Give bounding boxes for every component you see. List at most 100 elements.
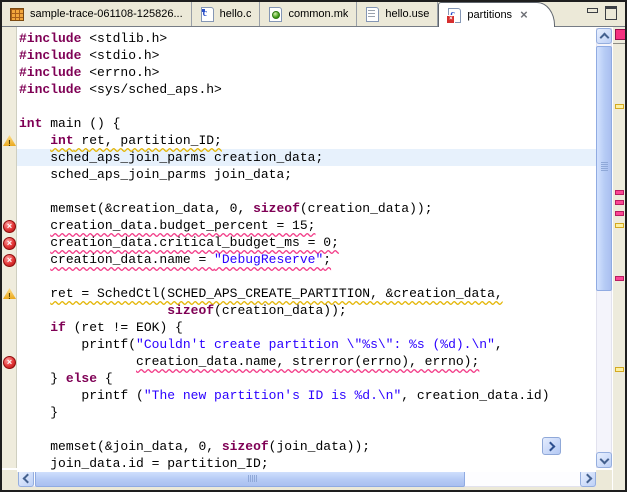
code-line[interactable]: memset(&creation_data, 0, sizeof(creatio… bbox=[17, 200, 596, 217]
code-token: sizeof bbox=[253, 201, 300, 216]
code-line[interactable]: creation_data.budget_percent = 15; bbox=[17, 217, 596, 234]
code-line[interactable]: #include <stdlib.h> bbox=[17, 30, 596, 47]
minimize-icon[interactable] bbox=[585, 5, 599, 19]
code-line[interactable]: creation_data.name = "DebugReserve"; bbox=[17, 251, 596, 268]
vertical-scrollbar-thumb[interactable] bbox=[596, 46, 612, 291]
code-token: (ret != EOK) { bbox=[66, 320, 183, 335]
scroll-left-button[interactable] bbox=[18, 470, 34, 487]
chevron-right-icon bbox=[546, 441, 556, 451]
code-line[interactable]: printf ("The new partition's ID is %d.\n… bbox=[17, 387, 596, 404]
code-line[interactable]: #include <sys/sched_aps.h> bbox=[17, 81, 596, 98]
tab-partitions[interactable]: c× partitions × bbox=[438, 2, 554, 27]
chevron-down-icon bbox=[599, 454, 609, 464]
error-marker-icon[interactable] bbox=[3, 237, 16, 250]
code-line[interactable]: } bbox=[17, 404, 596, 421]
code-token: printf ( bbox=[81, 388, 143, 403]
overview-ruler-separator bbox=[613, 43, 626, 44]
code-token: #include bbox=[19, 48, 81, 63]
error-marker-icon[interactable] bbox=[3, 356, 16, 369]
c-file-error-icon: c× bbox=[446, 7, 462, 23]
tab-common-mk[interactable]: common.mk bbox=[260, 2, 357, 26]
code-line[interactable]: printf("Couldn't create partition \"%s\"… bbox=[17, 336, 596, 353]
code-line[interactable]: join_data.id = partition_ID; bbox=[17, 455, 596, 472]
horizontal-scrollbar[interactable] bbox=[18, 470, 596, 487]
scrollbar-grip bbox=[601, 162, 608, 171]
code-token: #include bbox=[19, 82, 81, 97]
vertical-scrollbar[interactable] bbox=[596, 28, 612, 468]
overview-warning-marker[interactable] bbox=[615, 223, 624, 228]
code-line[interactable] bbox=[17, 421, 596, 438]
code-token: ret, partition_ID; bbox=[74, 133, 222, 148]
code-token: <sys/sched_aps.h> bbox=[81, 82, 221, 97]
error-squiggle: creation_data.critical_budget_ms = 0; bbox=[50, 235, 339, 250]
code-token: sizeof bbox=[167, 303, 214, 318]
trace-file-icon bbox=[9, 6, 25, 22]
code-line[interactable]: if (ret != EOK) { bbox=[17, 319, 596, 336]
code-line[interactable]: ret = SchedCtl(SCHED_APS_CREATE_PARTITIO… bbox=[17, 285, 596, 302]
warning-squiggle: ret = SchedCtl(SCHED_APS_CREATE_PARTITIO… bbox=[50, 286, 502, 301]
overview-warning-marker[interactable] bbox=[615, 367, 624, 372]
code-line[interactable] bbox=[17, 98, 596, 115]
chevron-left-icon bbox=[23, 474, 33, 484]
code-line[interactable]: sizeof(creation_data)); bbox=[17, 302, 596, 319]
close-icon[interactable]: × bbox=[520, 9, 528, 21]
scroll-right-button[interactable] bbox=[580, 470, 596, 487]
overview-ruler[interactable] bbox=[612, 26, 626, 490]
code-line-current[interactable]: sched_aps_join_parms creation_data; bbox=[17, 149, 596, 166]
warning-marker-icon[interactable] bbox=[3, 135, 16, 146]
code-line[interactable]: creation_data.name, strerror(errno), err… bbox=[17, 353, 596, 370]
c-file-icon: c bbox=[199, 6, 215, 22]
code-token: ; bbox=[323, 252, 331, 267]
code-line[interactable]: creation_data.critical_budget_ms = 0; bbox=[17, 234, 596, 251]
code-token: #include bbox=[19, 65, 81, 80]
code-line[interactable] bbox=[17, 268, 596, 285]
code-token: printf( bbox=[81, 337, 136, 352]
code-line[interactable]: #include <errno.h> bbox=[17, 64, 596, 81]
code-token: "Couldn't create partition \"%s\": %s (%… bbox=[136, 337, 495, 352]
warning-marker-icon[interactable] bbox=[3, 288, 16, 299]
tab-sample-trace-061108-125826-[interactable]: sample-trace-061108-125826... bbox=[2, 2, 192, 26]
overview-error-marker[interactable] bbox=[615, 200, 624, 205]
chevron-up-icon bbox=[599, 33, 609, 43]
error-squiggle: creation_data.name, strerror(errno), err… bbox=[136, 354, 479, 369]
error-marker-icon[interactable] bbox=[3, 220, 16, 233]
code-token: main () { bbox=[42, 116, 120, 131]
code-line[interactable] bbox=[17, 183, 596, 200]
overview-error-marker[interactable] bbox=[615, 211, 624, 216]
code-area[interactable]: #include <stdlib.h>#include <stdio.h>#in… bbox=[17, 26, 596, 472]
tab-label: hello.use bbox=[385, 8, 429, 20]
code-token: } bbox=[50, 371, 66, 386]
code-line[interactable]: int ret, partition_ID; bbox=[17, 132, 596, 149]
scroll-up-button[interactable] bbox=[596, 28, 612, 44]
error-squiggle: creation_data.name = "DebugReserve"; bbox=[50, 252, 331, 267]
code-token: creation_data.name, strerror(errno), err… bbox=[136, 354, 479, 369]
code-token: (join_data)); bbox=[269, 439, 370, 454]
overview-error-marker[interactable] bbox=[615, 276, 624, 281]
code-line[interactable]: int main () { bbox=[17, 115, 596, 132]
scroll-down-button[interactable] bbox=[596, 452, 612, 468]
tab-label: partitions bbox=[467, 9, 512, 21]
vertical-marker-ruler[interactable] bbox=[2, 26, 17, 468]
code-token: sched_aps_join_parms creation_data; bbox=[50, 150, 323, 165]
code-line[interactable]: sched_aps_join_parms join_data; bbox=[17, 166, 596, 183]
tab-hello-c[interactable]: chello.c bbox=[192, 2, 261, 26]
code-line[interactable]: memset(&join_data, 0, sizeof(join_data))… bbox=[17, 438, 596, 455]
code-token: memset(&join_data, 0, bbox=[50, 439, 222, 454]
overview-error-marker[interactable] bbox=[615, 190, 624, 195]
error-marker-icon[interactable] bbox=[3, 254, 16, 267]
code-token: <errno.h> bbox=[81, 65, 159, 80]
tab-label: sample-trace-061108-125826... bbox=[30, 8, 183, 20]
code-line[interactable]: } else { bbox=[17, 370, 596, 387]
tab-hello-use[interactable]: hello.use bbox=[357, 2, 438, 26]
overview-error-status-badge bbox=[615, 29, 626, 40]
maximize-icon[interactable] bbox=[604, 5, 618, 19]
code-token: <stdio.h> bbox=[81, 48, 159, 63]
overview-warning-marker[interactable] bbox=[615, 104, 624, 109]
makefile-icon bbox=[267, 6, 283, 22]
code-line[interactable]: #include <stdio.h> bbox=[17, 47, 596, 64]
code-token: int bbox=[50, 133, 73, 148]
horizontal-scrollbar-thumb[interactable] bbox=[35, 470, 465, 487]
chevron-right-overlay-button[interactable] bbox=[542, 437, 561, 455]
code-token: int bbox=[19, 116, 42, 131]
code-token: } bbox=[50, 405, 58, 420]
